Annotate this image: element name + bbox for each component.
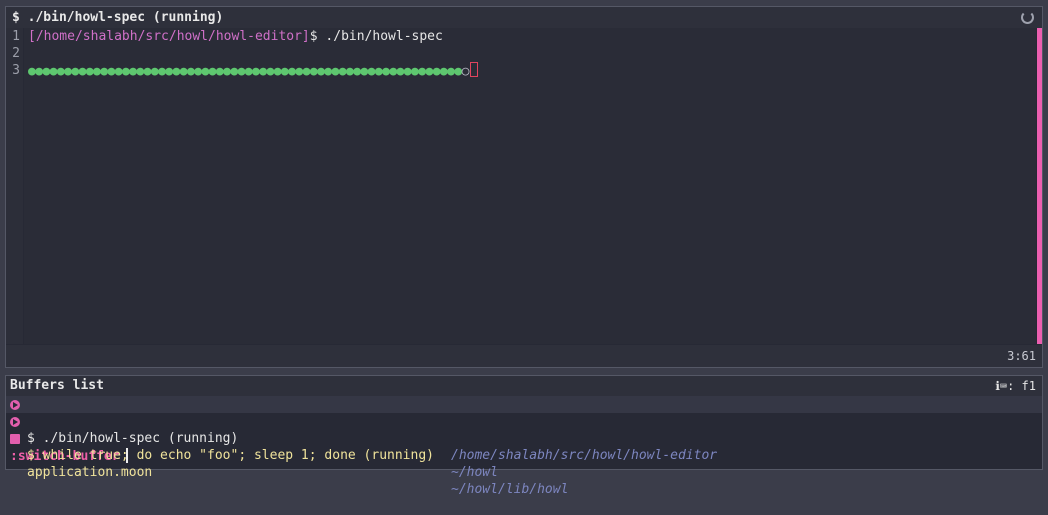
scrollbar-marker[interactable]	[1037, 28, 1042, 344]
line-number-gutter: 1 2 3	[6, 28, 23, 344]
buffer-name: $ while true; do echo "foo"; sleep 1; do…	[27, 448, 434, 463]
running-spinner-icon	[1021, 11, 1034, 24]
buffer-row[interactable]: $ ./bin/howl-spec (running) /home/shalab…	[6, 396, 1042, 463]
buffer-directory: ~/howl/lib/howl	[451, 482, 569, 497]
buffer-directory: /home/shalabh/src/howl/howl-editor	[451, 448, 718, 463]
test-progress-dots: ●●●●●●●●●●●●●●●●●●●●●●●●●●●●●●●●●●●●●●●●…	[28, 64, 462, 79]
terminal-title-bar: $ ./bin/howl-spec (running)	[6, 7, 1042, 28]
buffers-list-title: Buffers list	[10, 378, 104, 393]
help-hint: ℹ⌨: f1	[995, 379, 1036, 393]
text-cursor	[470, 62, 479, 77]
process-icon	[10, 400, 20, 410]
prompt-symbol: $	[309, 29, 326, 44]
pending-test-icon: ○	[461, 64, 470, 79]
cursor-position: 3:61	[1007, 349, 1036, 363]
output-line-2	[24, 45, 1036, 62]
output-line-3: ●●●●●●●●●●●●●●●●●●●●●●●●●●●●●●●●●●●●●●●●…	[24, 62, 1036, 79]
shell-command: ./bin/howl-spec	[325, 29, 443, 44]
status-bar: 3:61	[6, 345, 1042, 367]
line-number: 1	[12, 29, 20, 44]
line-number: 3	[12, 63, 20, 78]
output-line-1: [/home/shalabh/src/howl/howl-editor]$ ./…	[24, 28, 1036, 45]
buffer-directory: ~/howl	[451, 465, 498, 480]
terminal-output[interactable]: [/home/shalabh/src/howl/howl-editor]$ ./…	[24, 28, 1036, 344]
process-icon	[10, 417, 20, 427]
terminal-title: $ ./bin/howl-spec (running)	[12, 10, 224, 25]
file-icon	[10, 434, 20, 444]
prompt-path: [/home/shalabh/src/howl/howl-editor]	[28, 29, 310, 44]
buffers-list-pane: Buffers list ℹ⌨: f1 $ ./bin/howl-spec (r…	[5, 375, 1043, 497]
terminal-pane: $ ./bin/howl-spec (running) 1 2 3 [/home…	[5, 6, 1043, 368]
line-number: 2	[12, 46, 20, 61]
buffer-row[interactable]: application.moon ~/howl/lib/howl	[6, 430, 1042, 497]
buffer-name: application.moon	[27, 465, 153, 480]
buffer-row[interactable]: $ while true; do echo "foo"; sleep 1; do…	[6, 413, 1042, 480]
buffers-list-header: Buffers list ℹ⌨: f1	[6, 376, 1042, 396]
